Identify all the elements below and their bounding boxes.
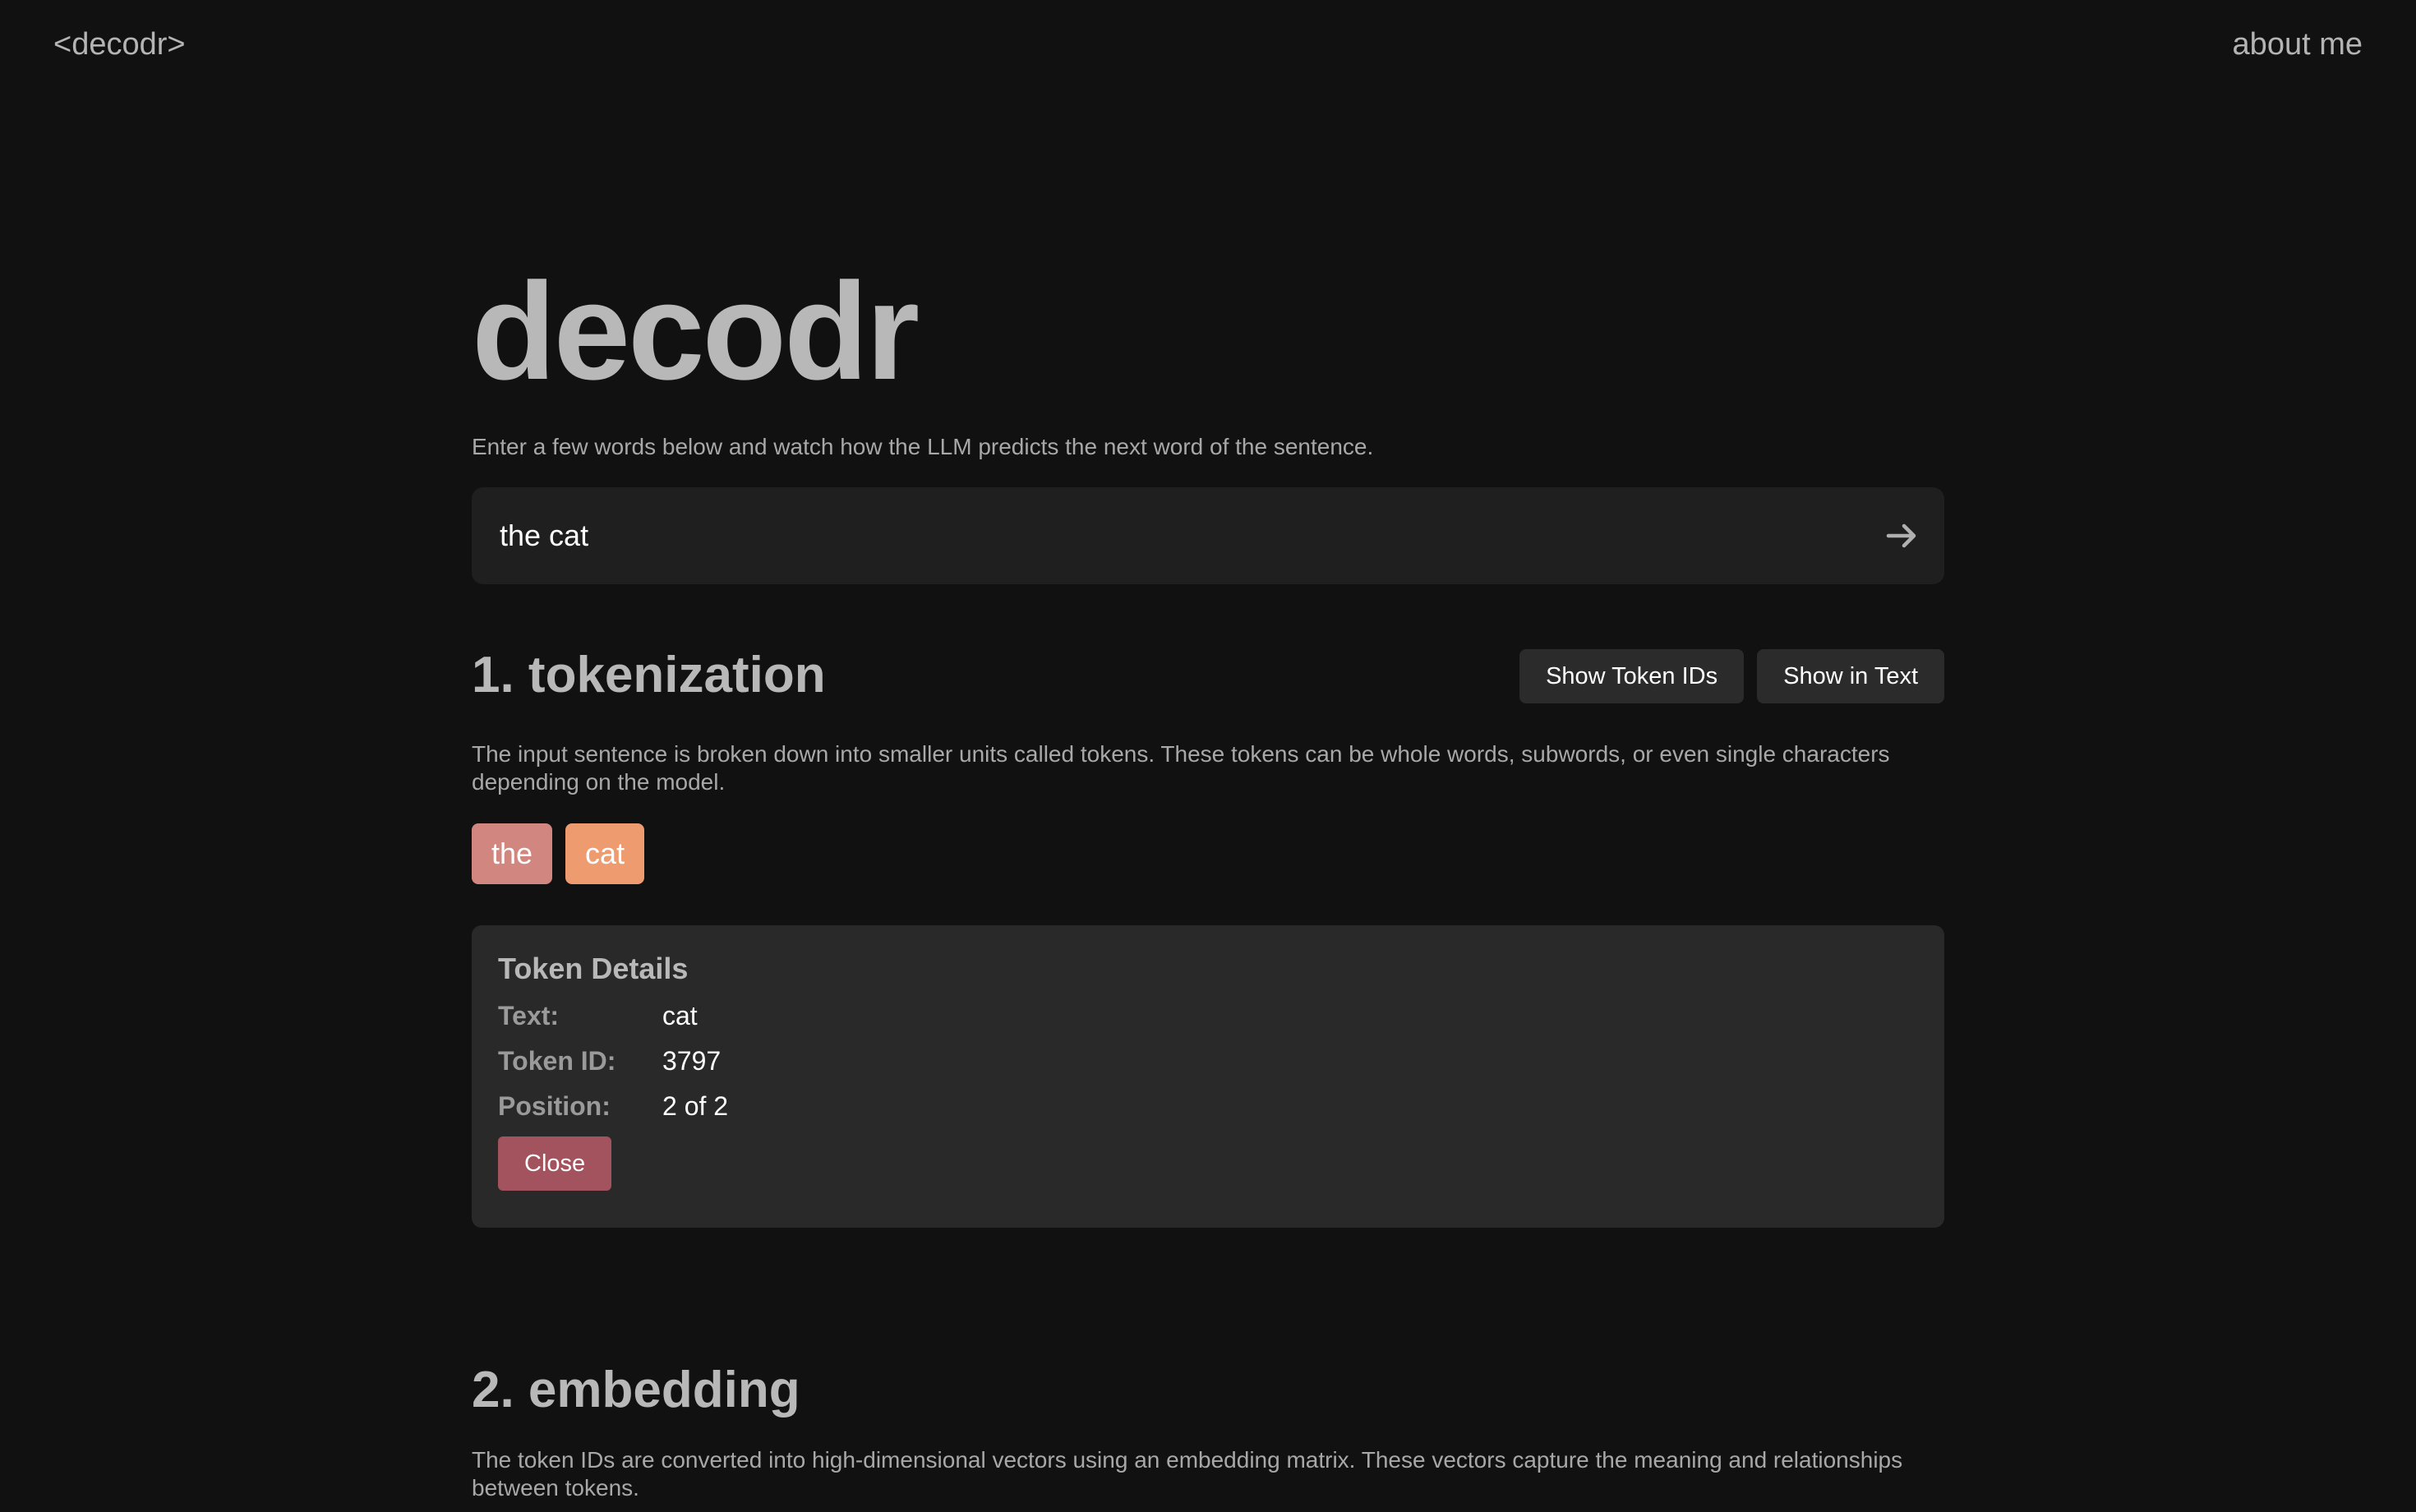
embedding-title: 2. embedding — [472, 1362, 800, 1418]
token-chip[interactable]: the — [472, 823, 553, 884]
page-title: decodr — [472, 254, 920, 408]
sentence-input[interactable] — [498, 487, 1813, 584]
detail-value-text: cat — [662, 1001, 698, 1030]
tokenization-description: The input sentence is broken down into s… — [472, 741, 1890, 795]
detail-label-token-id: Token ID: — [498, 1046, 616, 1076]
detail-value-position: 2 of 2 — [662, 1091, 729, 1121]
sentence-input-box — [472, 487, 1944, 584]
show-token-ids-button[interactable]: Show Token IDs — [1519, 649, 1745, 703]
site-logo[interactable]: <decodr> — [53, 25, 186, 64]
detail-value-token-id: 3797 — [662, 1046, 722, 1076]
about-me-link[interactable]: about me — [2233, 25, 2363, 64]
tokenization-title: 1. tokenization — [472, 647, 826, 703]
top-nav: <decodr> about me — [0, 0, 2416, 90]
arrow-right-icon[interactable] — [1883, 517, 1921, 555]
token-list: the cat — [472, 823, 645, 884]
close-details-button[interactable]: Close — [498, 1136, 612, 1191]
page-subtitle: Enter a few words below and watch how th… — [472, 434, 1374, 459]
tokenization-toolbar: Show Token IDs Show in Text — [1519, 649, 1944, 703]
show-in-text-button[interactable]: Show in Text — [1757, 649, 1944, 703]
detail-label-position: Position: — [498, 1091, 611, 1121]
token-details-panel: Token Details Text: cat Token ID: 3797 P… — [472, 925, 1944, 1228]
detail-label-text: Text: — [498, 1001, 560, 1030]
token-chip[interactable]: cat — [565, 823, 645, 884]
token-details-title: Token Details — [498, 952, 689, 985]
embedding-description: The token IDs are converted into high-di… — [472, 1447, 1903, 1500]
